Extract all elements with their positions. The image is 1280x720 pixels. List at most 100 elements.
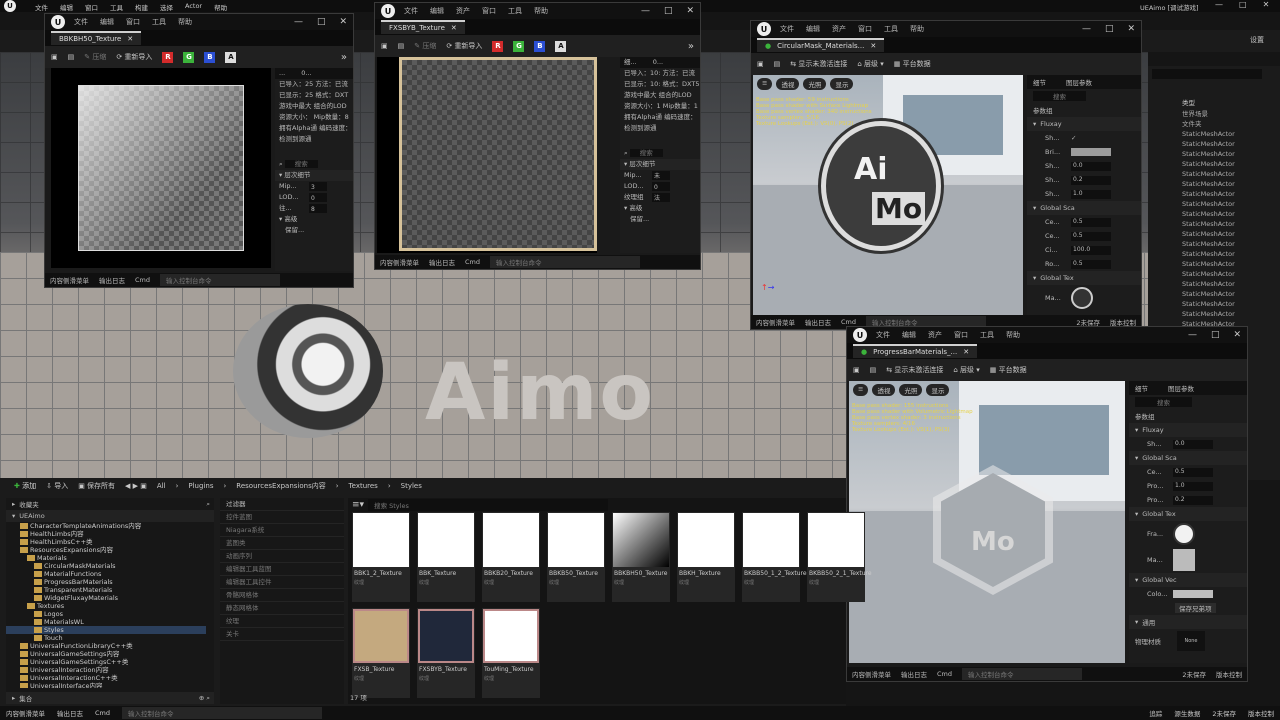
- texture-thumbnail[interactable]: [1071, 287, 1093, 309]
- platform-button[interactable]: ▦ 平台数据: [894, 59, 931, 69]
- outliner-row-type[interactable]: StaticMeshActor: [1182, 169, 1272, 179]
- save-all-button[interactable]: ▣ 保存所有: [78, 481, 115, 491]
- outliner-row-type[interactable]: 文件夹: [1182, 119, 1272, 129]
- asset-tab[interactable]: FXSBYB_Texture ✕: [381, 20, 465, 34]
- folder-item[interactable]: ResourcesExpansions内容: [6, 546, 206, 554]
- content-drawer-button[interactable]: 内容侧滑菜单: [756, 317, 795, 327]
- menu-tools[interactable]: 工具: [508, 6, 522, 16]
- console-input[interactable]: 输入控制台命令: [160, 274, 280, 286]
- channel-r-toggle[interactable]: R: [492, 40, 504, 52]
- unsaved-indicator[interactable]: 2未保存: [1182, 669, 1206, 679]
- menu-edit[interactable]: 编辑: [100, 17, 114, 27]
- settings-button[interactable]: 设置: [1250, 35, 1264, 45]
- menu-build[interactable]: 构建: [135, 2, 148, 12]
- texture-thumbnail[interactable]: [1173, 549, 1195, 571]
- folder-item[interactable]: Materials: [6, 554, 206, 562]
- group-global-scalar[interactable]: Global Sca: [1040, 204, 1074, 212]
- menu-file[interactable]: 文件: [35, 2, 48, 12]
- show-inactive-button[interactable]: ⇆ 显示未激活连接: [790, 59, 847, 69]
- folder-item[interactable]: Logos: [6, 610, 206, 618]
- unreal-logo[interactable]: U: [51, 15, 65, 29]
- channel-b-toggle[interactable]: B: [204, 51, 216, 63]
- mip-field[interactable]: 3: [309, 181, 327, 191]
- unreal-logo[interactable]: U: [757, 22, 771, 36]
- show-button[interactable]: 显示: [830, 78, 854, 90]
- save-icon[interactable]: ▣: [853, 366, 860, 374]
- window-controls[interactable]: — □ ✕: [1188, 330, 1241, 340]
- main-window-controls[interactable]: — □ ✕: [1215, 0, 1269, 9]
- outliner-row-type[interactable]: StaticMeshActor: [1182, 209, 1272, 219]
- browse-icon[interactable]: ▤: [398, 42, 405, 50]
- color-swatch[interactable]: [1071, 148, 1111, 156]
- filter-item[interactable]: 控件蓝图: [220, 511, 344, 524]
- menu-window[interactable]: 窗口: [85, 2, 98, 12]
- menu-edit[interactable]: 编辑: [430, 6, 444, 16]
- group-global-scalar[interactable]: Global Sca: [1142, 454, 1176, 462]
- outliner-row-type[interactable]: StaticMeshActor: [1182, 179, 1272, 189]
- channel-a-toggle[interactable]: A: [555, 40, 567, 52]
- section-header[interactable]: 层次细节: [284, 171, 310, 179]
- outliner-row-type[interactable]: StaticMeshActor: [1182, 279, 1272, 289]
- menu-window[interactable]: 窗口: [858, 24, 872, 34]
- menu-tools[interactable]: 工具: [980, 330, 994, 340]
- asset-tile[interactable]: BKBB50_2_1_Texture 纹理: [807, 512, 872, 602]
- outliner-row-type[interactable]: StaticMeshActor: [1182, 259, 1272, 269]
- param-tab[interactable]: 图层参数: [1066, 77, 1092, 87]
- window-controls[interactable]: — □ ✕: [294, 17, 347, 27]
- channel-g-toggle[interactable]: G: [513, 40, 525, 52]
- material-preview-viewport[interactable]: ≡ 透视 光照 显示 Base pass shader: 155 instruc…: [849, 381, 1125, 663]
- group-general[interactable]: 通用: [1142, 617, 1155, 627]
- menu-help[interactable]: 帮助: [910, 24, 924, 34]
- folder-tree[interactable]: CharacterTemplateAnimations内容 HealthLimbs…: [6, 522, 206, 688]
- menu-icon[interactable]: ≡: [853, 384, 869, 396]
- filter-item[interactable]: 编辑器工具控件: [220, 576, 344, 589]
- outliner-row-type[interactable]: StaticMeshActor: [1182, 139, 1272, 149]
- param-value[interactable]: 100.0: [1071, 245, 1111, 255]
- trace-button[interactable]: 追踪: [1149, 708, 1162, 718]
- unreal-logo[interactable]: U: [381, 4, 395, 18]
- details-search[interactable]: 搜索: [629, 149, 663, 157]
- menu-help[interactable]: 帮助: [1006, 330, 1020, 340]
- param-value[interactable]: 0.5: [1071, 231, 1111, 241]
- lit-button[interactable]: 光照: [899, 384, 923, 396]
- output-log-button[interactable]: 输出日志: [99, 275, 125, 285]
- material-preview-viewport[interactable]: ≡ 透视 光照 显示 Base pass shader: 59 instruct…: [753, 75, 1023, 315]
- folder-item[interactable]: UniversalInteractionC++类: [6, 674, 206, 682]
- path-all[interactable]: All: [157, 482, 166, 490]
- param-value[interactable]: 0.0: [1071, 161, 1111, 171]
- details-tab[interactable]: 细节: [1033, 77, 1046, 87]
- cmd-dropdown[interactable]: Cmd: [937, 670, 952, 678]
- group-global-texture[interactable]: Global Tex: [1040, 274, 1073, 282]
- menu-file[interactable]: 文件: [780, 24, 794, 34]
- outliner-row-type[interactable]: StaticMeshActor: [1182, 239, 1272, 249]
- menu-help[interactable]: 帮助: [534, 6, 548, 16]
- details-tab-2[interactable]: 0...: [301, 69, 311, 77]
- group-global-texture[interactable]: Global Tex: [1142, 510, 1175, 518]
- path-resources[interactable]: ResourcesExpansions内容: [236, 481, 325, 491]
- browse-icon[interactable]: ▤: [68, 53, 75, 61]
- close-icon[interactable]: ✕: [127, 35, 133, 43]
- filter-list[interactable]: 控件蓝图 Niagara系统 蓝图类 动画序列 编辑器工具蓝图 编辑器工具控件 骨骼网格体静…: [220, 511, 344, 641]
- derived-data-button[interactable]: 源生数据: [1174, 708, 1200, 718]
- folder-item[interactable]: ProgressBarMaterials: [6, 578, 206, 586]
- content-drawer-button[interactable]: 内容侧滑菜单: [50, 275, 89, 285]
- outliner-row-type[interactable]: StaticMeshActor: [1182, 229, 1272, 239]
- filter-item[interactable]: 骨骼网格体: [220, 589, 344, 602]
- menu-tools[interactable]: 工具: [110, 2, 123, 12]
- details-search[interactable]: 搜索: [1135, 397, 1192, 407]
- path-plugins[interactable]: Plugins: [188, 482, 213, 490]
- texture-group-field[interactable]: 法: [652, 192, 670, 202]
- folder-item[interactable]: CircularMaskMaterials: [6, 562, 206, 570]
- asset-tile[interactable]: BBK_Texture 纹理: [417, 512, 475, 602]
- asset-tile[interactable]: TouMing_Texture 纹理: [482, 608, 540, 698]
- reimport-button[interactable]: ⟳ 重新导入: [116, 52, 152, 62]
- asset-tile[interactable]: BKBB50_1_2_Texture 纹理: [742, 512, 807, 602]
- mip-field[interactable]: 未: [652, 170, 670, 180]
- folder-item[interactable]: MaterialsWL: [6, 618, 206, 626]
- param-value[interactable]: 0.5: [1173, 467, 1213, 477]
- menu-file[interactable]: 文件: [404, 6, 418, 16]
- platform-button[interactable]: ▦ 平台数据: [990, 365, 1027, 375]
- param-value[interactable]: 0.2: [1173, 495, 1213, 505]
- asset-tile[interactable]: BBKB20_Texture 纹理: [482, 512, 540, 602]
- outliner-row-type[interactable]: StaticMeshActor: [1182, 149, 1272, 159]
